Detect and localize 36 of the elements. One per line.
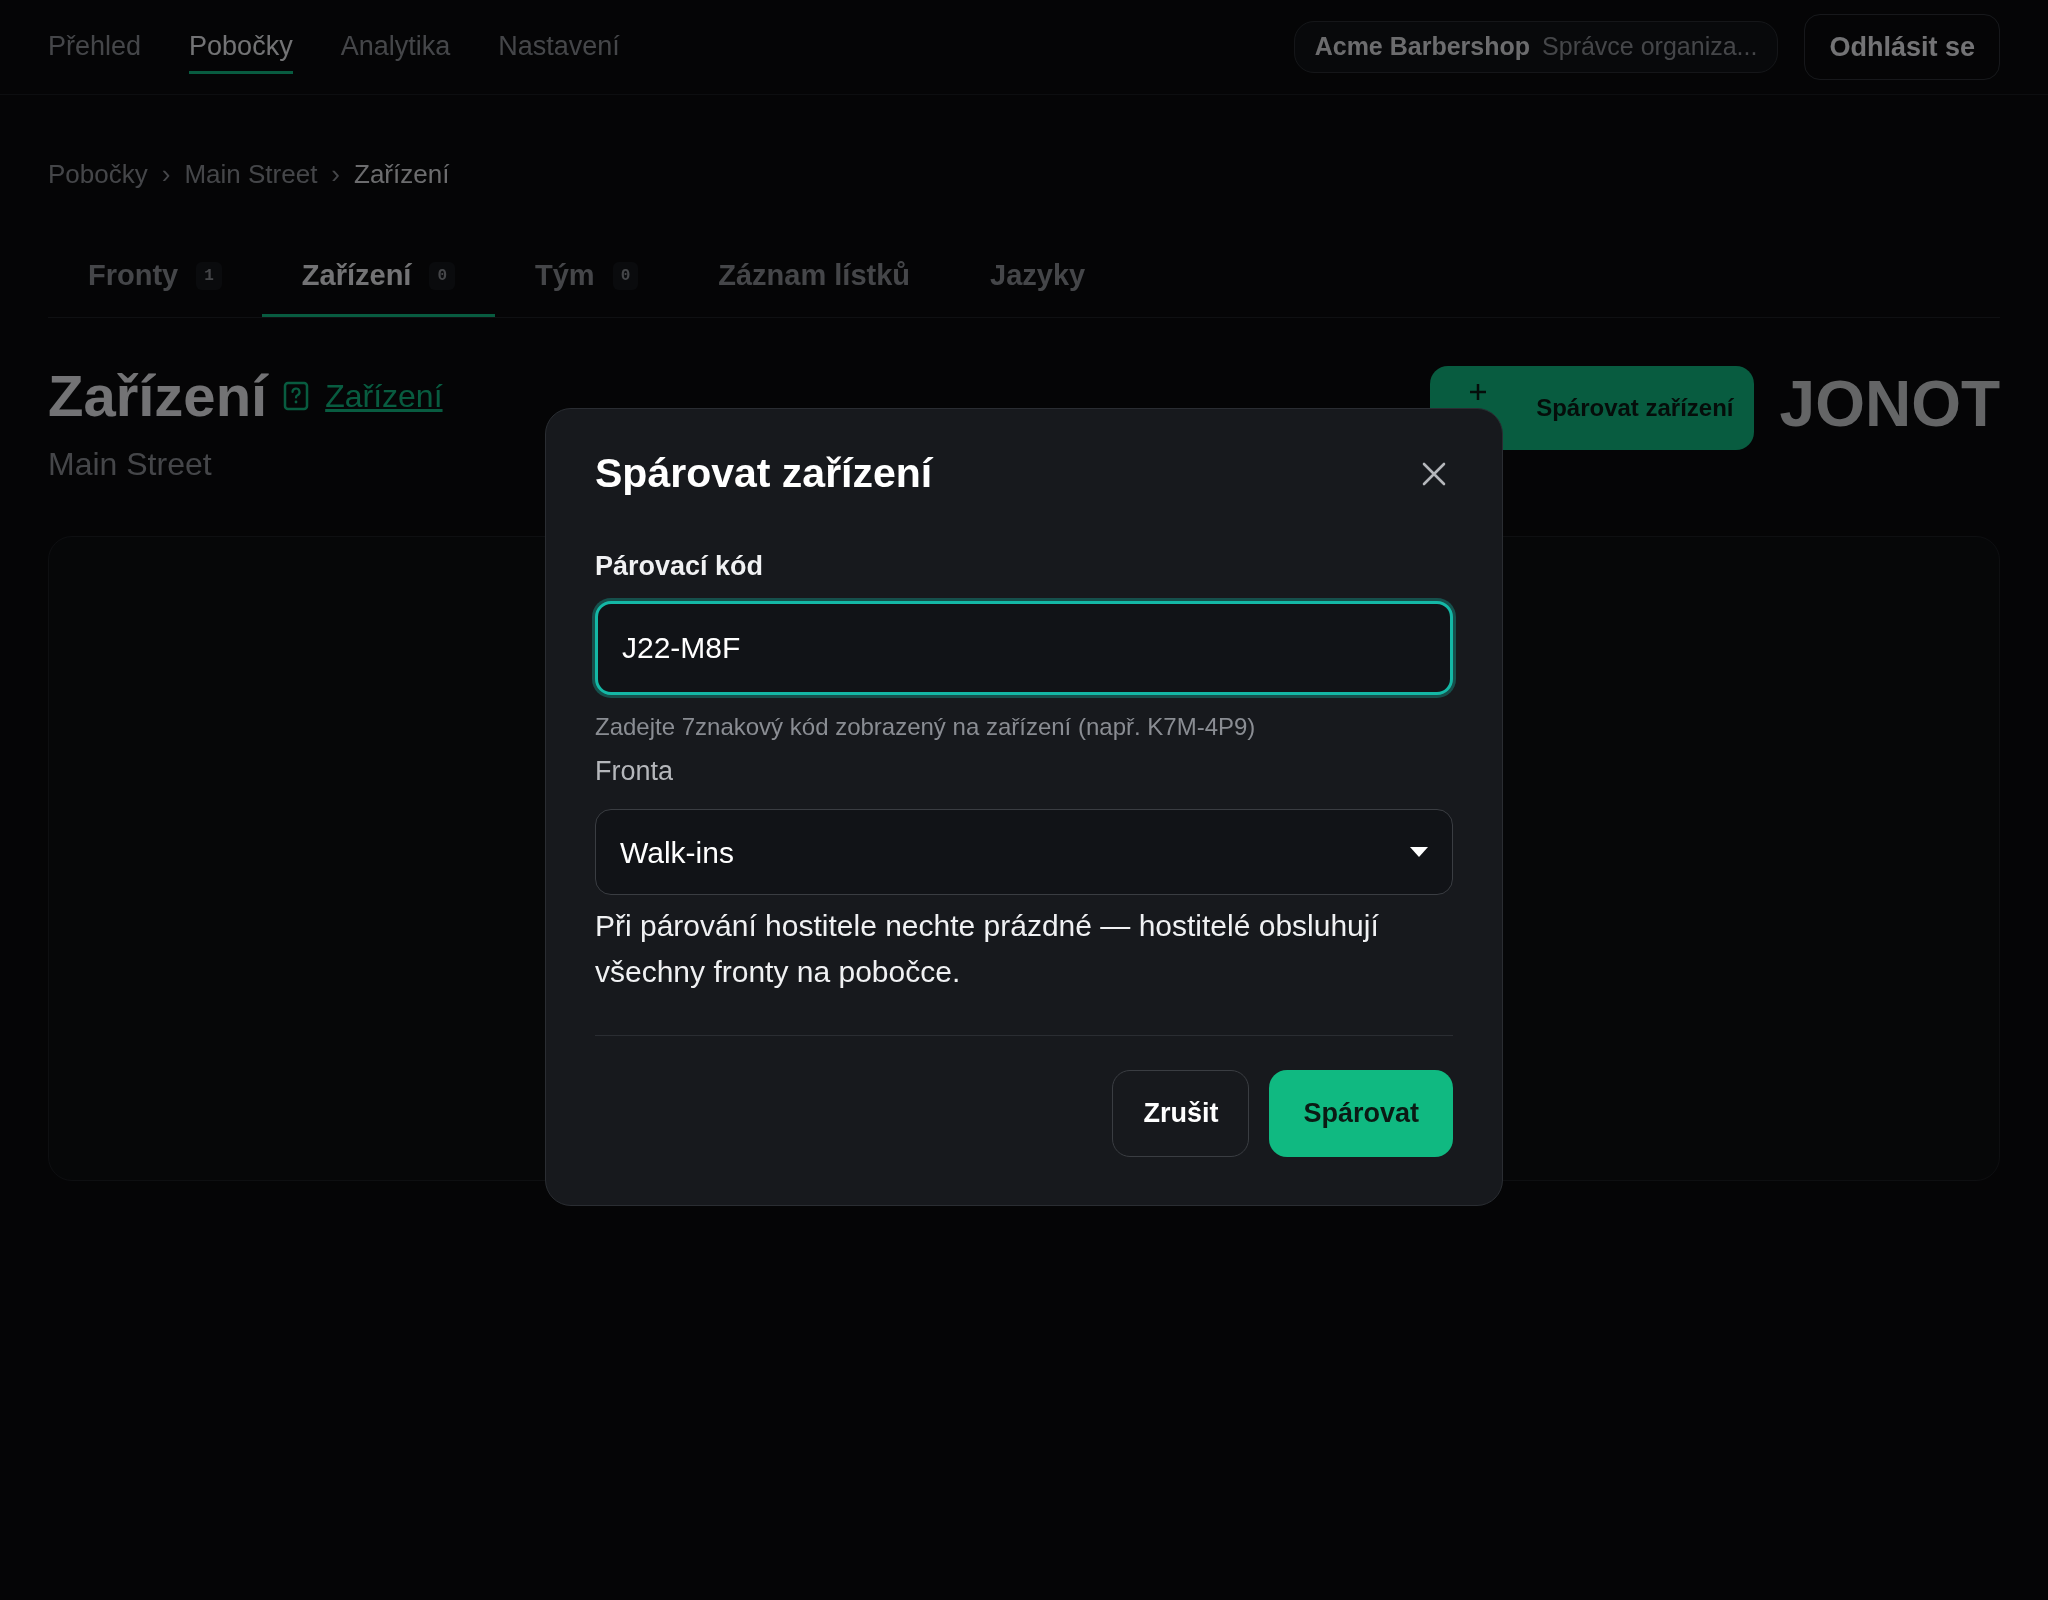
breadcrumb-item[interactable]: Main Street — [184, 155, 318, 194]
tab[interactable]: Fronty 1 — [48, 242, 262, 317]
help-text: Při párování hostitele nechte prázdné — hostitelé obsluhují všechny fronty na pobočce. — [595, 908, 1380, 991]
breadcrumb-item[interactable]: Pobočky — [48, 155, 148, 194]
nav-link[interactable]: Přehled — [48, 20, 142, 74]
queue-select[interactable]: Walk-ins — [595, 809, 1453, 896]
field-hint: Zadejte 7znakový kód zobrazený na zařízení (např. K7M-4P9) — [595, 711, 1257, 742]
pair-device-button[interactable]: Spárovat zařízení — [1430, 365, 1754, 450]
tab[interactable]: Zařízení 0 — [261, 242, 496, 317]
breadcrumb-separator: › — [161, 158, 171, 191]
page-subtitle: Main Street — [48, 445, 213, 485]
tab[interactable]: Jazyky — [950, 242, 1126, 317]
organization-name: Acme Barbershop — [1314, 31, 1531, 63]
tab[interactable]: Záznam lístků — [678, 242, 951, 317]
nav-link[interactable]: Analytika — [340, 20, 451, 74]
field-label: Fronta — [595, 754, 675, 788]
select-value: Walk-ins — [620, 834, 734, 871]
field-label: Párovací kód — [595, 550, 765, 584]
count-badge: 0 — [612, 261, 639, 290]
breadcrumb-separator: › — [331, 158, 341, 191]
cancel-button[interactable]: Zrušit — [1112, 1070, 1250, 1158]
count-badge: 0 — [429, 261, 456, 290]
logo: JONOT — [1779, 371, 2000, 436]
logout-button[interactable]: Odhlásit se — [1804, 13, 2000, 81]
help-link[interactable]: Zařízení — [325, 371, 443, 420]
tab[interactable]: Tým 0 — [495, 242, 679, 317]
nav-link[interactable]: Nastavení — [498, 20, 620, 74]
pair-button[interactable]: Spárovat — [1269, 1070, 1453, 1158]
organization-chip[interactable]: Acme Barbershop Správce organiza... — [1293, 21, 1779, 73]
nav-link[interactable]: Pobočky — [189, 20, 293, 74]
count-badge: 1 — [196, 261, 222, 290]
pairing-code-field[interactable]: J22-M8F — [595, 600, 1453, 695]
role-label: Správce organiza... — [1542, 31, 1758, 63]
dialog-title: Spárovat zařízení — [595, 449, 933, 498]
page-title: Zařízení — [48, 365, 268, 427]
breadcrumb-item: Zařízení — [354, 158, 450, 191]
